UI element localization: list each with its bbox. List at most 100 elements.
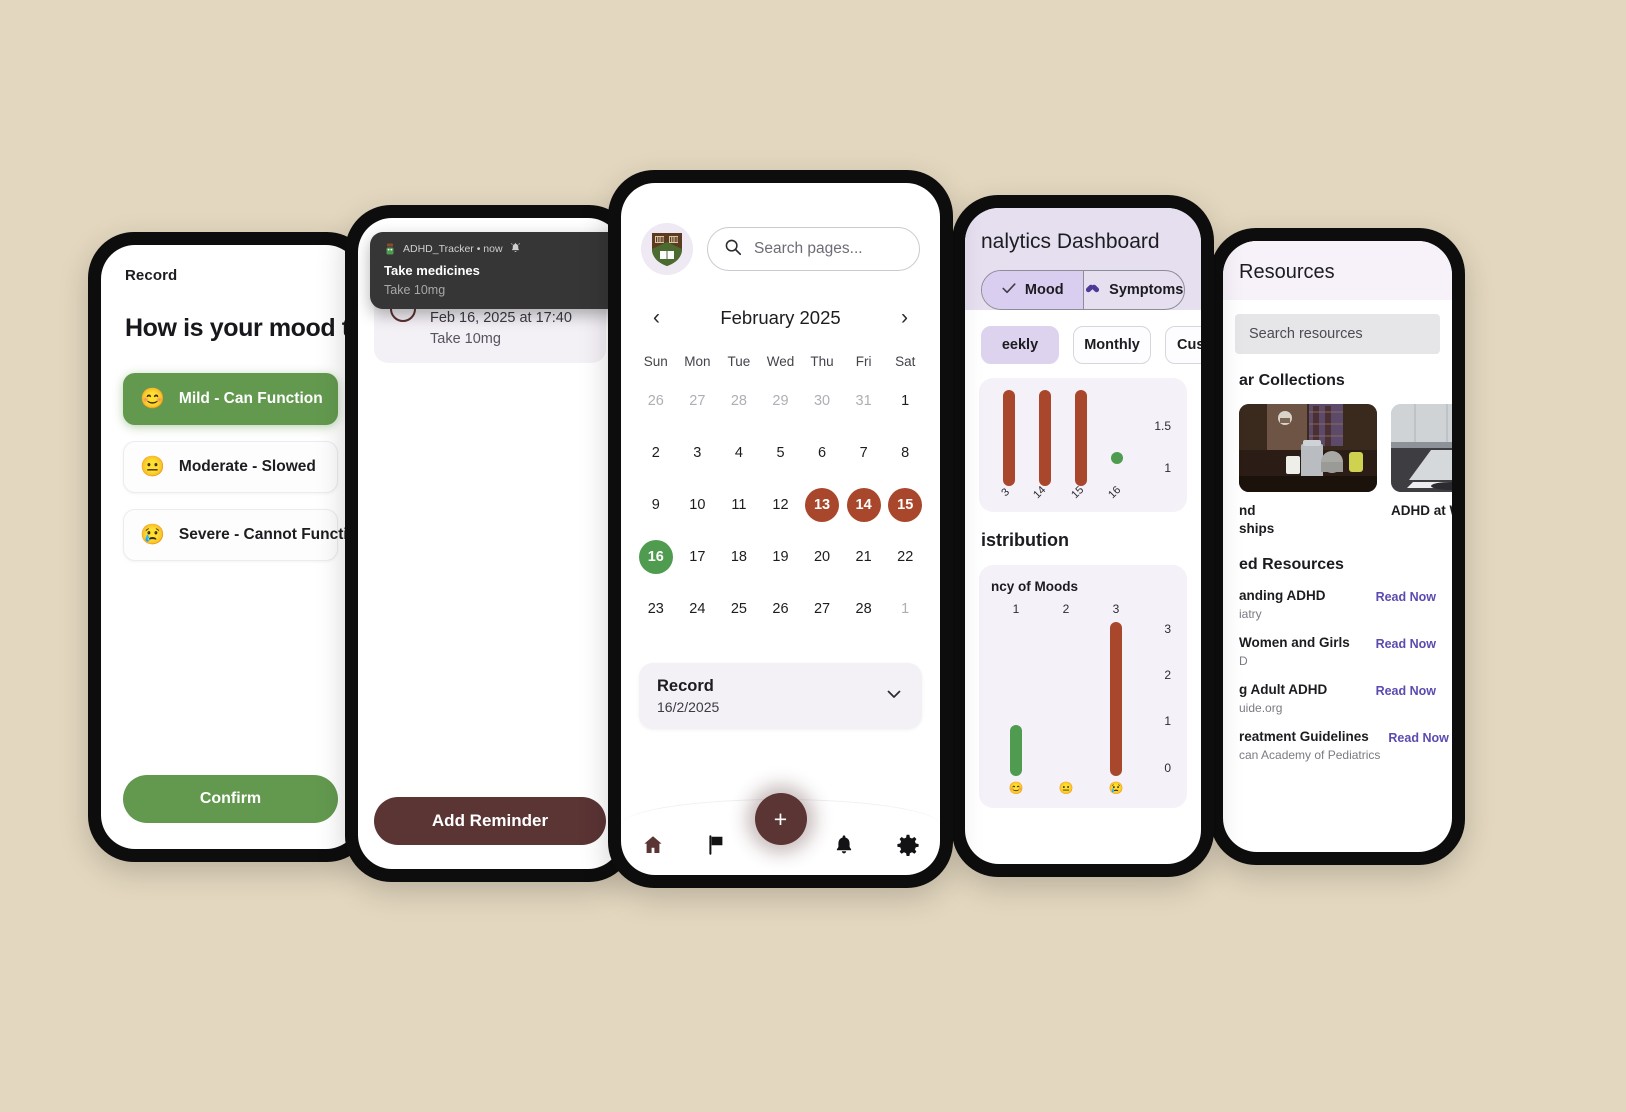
read-now-link[interactable]: Read Now	[1388, 729, 1448, 745]
calendar-screen: Search pages... ‹ February 2025 › Sun Mo…	[621, 183, 940, 875]
calendar-day-cell[interactable]: 9	[635, 485, 677, 525]
calendar-day-cell[interactable]: 28	[718, 381, 760, 421]
record-summary-card[interactable]: Record 16/2/2025	[639, 663, 922, 729]
calendar-day-number: 23	[647, 601, 664, 617]
range-chip-weekly[interactable]: eekly	[981, 326, 1059, 364]
phone-calendar: Search pages... ‹ February 2025 › Sun Mo…	[608, 170, 953, 888]
calendar-day-cell[interactable]: 27	[801, 589, 843, 629]
calendar-day-number: 10	[689, 497, 706, 513]
calendar-day-number: 26	[772, 601, 789, 617]
calendar-day-cell[interactable]: 8	[884, 433, 926, 473]
chart1-point	[1111, 452, 1123, 464]
calendar-day-cell[interactable]: 24	[677, 589, 719, 629]
collection-card-work[interactable]: ADHD at Work	[1391, 404, 1452, 538]
next-month-button[interactable]: ›	[895, 303, 914, 332]
resource-source: D	[1239, 654, 1248, 669]
calendar-day-cell[interactable]: 25	[718, 589, 760, 629]
weekday-label: Tue	[727, 354, 751, 369]
collection-card-relationships[interactable]: nd ships	[1239, 404, 1377, 538]
prev-month-button[interactable]: ‹	[647, 303, 666, 332]
calendar-day-cell[interactable]: 2	[635, 433, 677, 473]
calendar-day-number: 18	[730, 549, 747, 565]
calendar-day-cell[interactable]: 13	[801, 485, 843, 525]
search-input[interactable]: Search pages...	[707, 227, 920, 271]
gear-icon[interactable]	[896, 833, 920, 857]
calendar-day-cell[interactable]: 16	[635, 537, 677, 577]
calendar-day-cell[interactable]: 14	[843, 485, 885, 525]
range-chip-monthly[interactable]: Monthly	[1073, 326, 1151, 364]
chart2-category-label: 2	[1062, 602, 1070, 616]
bell-icon[interactable]	[832, 833, 856, 857]
confirm-button[interactable]: Confirm	[123, 775, 338, 823]
calendar-day-cell[interactable]: 17	[677, 537, 719, 577]
mood-option-moderate[interactable]: 😐 Moderate - Slowed	[123, 441, 338, 493]
calendar-day-cell[interactable]: 20	[801, 537, 843, 577]
calendar-day-cell[interactable]: 30	[801, 381, 843, 421]
list-item[interactable]: anding ADHD iatry Read Now	[1223, 574, 1452, 621]
add-fab-button[interactable]: +	[754, 793, 807, 845]
chevron-down-icon[interactable]	[884, 684, 904, 709]
chart2-value-labels: 1 2 3	[991, 602, 1141, 620]
chart1-bar	[1075, 390, 1087, 486]
calendar-day-cell[interactable]: 1	[884, 381, 926, 421]
calendar-week-row: 9 10 11 12 13 14 15	[621, 485, 940, 525]
tab-mood[interactable]: Mood	[982, 271, 1083, 309]
calendar-day-cell[interactable]: 21	[843, 537, 885, 577]
read-now-link[interactable]: Read Now	[1376, 588, 1436, 604]
calendar-day-cell[interactable]: 23	[635, 589, 677, 629]
chart1-y-tick-label: 1	[1164, 461, 1171, 476]
calendar-grid: 26 27 28 29 30 31 1 2 3 4 5 6 7 8 9 10 11 12 13 14 15 16 17 18 1…	[621, 369, 940, 629]
bandage-icon	[1084, 280, 1101, 301]
reminder-note: Take 10mg	[430, 331, 501, 347]
weekday-label: Sat	[895, 354, 916, 369]
calendar-day-cell[interactable]: 10	[677, 485, 719, 525]
calendar-day-cell[interactable]: 31	[843, 381, 885, 421]
list-item[interactable]: Women and Girls D Read Now	[1223, 621, 1452, 668]
mood-option-severe[interactable]: 😢 Severe - Cannot Function	[123, 509, 360, 561]
reminders-screen: Take medicines Feb 16, 2025 at 17:40 Tak…	[358, 218, 622, 869]
resources-search-input[interactable]: Search resources	[1235, 314, 1440, 354]
calendar-day-cell[interactable]: 22	[884, 537, 926, 577]
calendar-day-cell[interactable]: 4	[718, 433, 760, 473]
calendar-day-cell[interactable]: 27	[677, 381, 719, 421]
calendar-week-row: 2 3 4 5 6 7 8	[621, 433, 940, 473]
range-chip-custom[interactable]: Custom	[1165, 326, 1201, 364]
calendar-day-cell[interactable]: 11	[718, 485, 760, 525]
calendar-day-number: 13	[805, 488, 840, 522]
flag-icon[interactable]	[705, 833, 729, 857]
phone-mood-record: Record How is your mood to 😊 Mild - Can …	[88, 232, 373, 862]
calendar-day-cell[interactable]: 18	[718, 537, 760, 577]
calendar-day-number: 4	[734, 445, 743, 461]
chart1-bar	[1003, 390, 1015, 486]
resource-text: Women and Girls D	[1239, 635, 1350, 668]
calendar-day-cell[interactable]: 12	[760, 485, 802, 525]
mood-option-mild[interactable]: 😊 Mild - Can Function	[123, 373, 338, 425]
range-chip-row: eekly Monthly Custom	[965, 310, 1201, 364]
chart2-mood-icon: 😢	[1108, 781, 1124, 795]
calendar-month-header: ‹ February 2025 ›	[621, 275, 940, 332]
calendar-day-cell[interactable]: 15	[884, 485, 926, 525]
list-item[interactable]: reatment Guidelines can Academy of Pedia…	[1223, 715, 1452, 762]
calendar-day-cell[interactable]: 19	[760, 537, 802, 577]
calendar-day-cell[interactable]: 28	[843, 589, 885, 629]
analytics-body: nalytics Dashboard Mood Symptoms eekly M…	[965, 208, 1201, 864]
home-icon[interactable]	[641, 833, 665, 857]
calendar-day-cell[interactable]: 3	[677, 433, 719, 473]
list-item[interactable]: g Adult ADHD uide.org Read Now	[1223, 668, 1452, 715]
calendar-day-cell[interactable]: 6	[801, 433, 843, 473]
read-now-link[interactable]: Read Now	[1376, 635, 1436, 651]
add-reminder-button[interactable]: Add Reminder	[374, 797, 606, 845]
calendar-week-row: 16 17 18 19 20 21 22	[621, 537, 940, 577]
university-crest-icon[interactable]	[641, 223, 693, 275]
calendar-day-cell[interactable]: 7	[843, 433, 885, 473]
calendar-day-cell[interactable]: 5	[760, 433, 802, 473]
calendar-day-cell[interactable]: 26	[635, 381, 677, 421]
chart2-mood-icon: 😊	[1008, 781, 1024, 795]
chart1-plot-area	[991, 390, 1135, 486]
read-now-link[interactable]: Read Now	[1376, 682, 1436, 698]
calendar-day-cell[interactable]: 29	[760, 381, 802, 421]
notification-toast[interactable]: ADHD_Tracker • now Take medicines Take 1…	[370, 232, 622, 309]
calendar-day-cell[interactable]: 26	[760, 589, 802, 629]
tab-symptoms[interactable]: Symptoms	[1084, 271, 1185, 309]
calendar-day-cell[interactable]: 1	[884, 589, 926, 629]
